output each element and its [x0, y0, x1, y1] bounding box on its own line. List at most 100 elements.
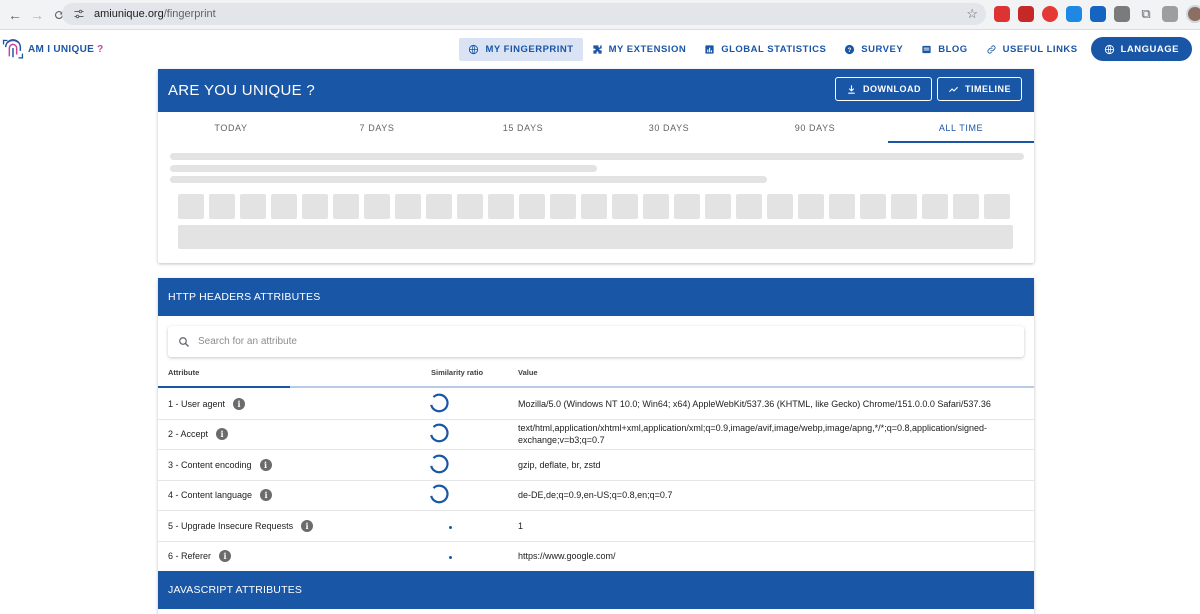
attribute-search[interactable]: [168, 326, 1024, 357]
attribute-value: gzip, deflate, br, zstd: [518, 459, 601, 470]
info-icon[interactable]: i: [260, 489, 273, 502]
javascript-attributes-title: JAVASCRIPT ATTRIBUTES: [168, 584, 303, 596]
attribute-cell: 1 - User agent i: [168, 397, 246, 410]
language-button[interactable]: LANGUAGE: [1090, 37, 1192, 61]
attribute-label: 2 - Accept: [168, 429, 209, 440]
search-input[interactable]: [198, 336, 898, 347]
site-info-icon[interactable]: [72, 7, 86, 21]
url-path: /fingerprint: [163, 8, 216, 20]
info-icon[interactable]: i: [219, 550, 232, 563]
loading-skeleton-line: [170, 153, 1024, 160]
col-similarity[interactable]: Similarity ratio: [431, 368, 483, 377]
nav-my-fingerprint[interactable]: MY FINGERPRINT: [459, 37, 583, 61]
nav-blog[interactable]: BLOG: [912, 38, 976, 61]
loading-skeleton-cell: [705, 194, 731, 219]
table-row: 2 - Accept i text/html,application/xhtml+x…: [158, 420, 1034, 450]
table-row: 3 - Content encoding i gzip, deflate, br, …: [158, 450, 1034, 481]
table-row: 6 - Referer i https://www.google.com/: [158, 542, 1034, 572]
extensions-row: ⧉ ⋮: [994, 5, 1200, 23]
loading-skeleton-cell: [302, 194, 328, 219]
side-panel-icon[interactable]: [1162, 6, 1178, 22]
tab-all-time[interactable]: ALL TIME: [888, 112, 1034, 143]
download-icon: [848, 84, 855, 94]
globe-icon: [1104, 44, 1114, 54]
download-button[interactable]: DOWNLOAD: [835, 77, 932, 101]
loading-skeleton-cell: [953, 194, 979, 219]
nav-label: MY EXTENSION: [608, 43, 687, 55]
loading-dot-icon: [449, 525, 452, 529]
extension-icon[interactable]: [1018, 6, 1034, 22]
address-bar[interactable]: amiunique.org/fingerprint ☆: [62, 3, 986, 25]
svg-text:?: ?: [848, 47, 852, 53]
logo-text-accent: ?: [97, 43, 104, 55]
nav-global-statistics[interactable]: GLOBAL STATISTICS: [695, 38, 835, 61]
trending-icon: [948, 86, 959, 92]
uniqueness-card-header: ARE YOU UNIQUE ? DOWNLOAD TIMELINE: [158, 69, 1034, 112]
loading-skeleton-cell: [395, 194, 421, 219]
browser-toolbar: ← → amiunique.org/fingerprint ☆ ⧉ ⋮: [0, 0, 1200, 30]
extension-icon[interactable]: [1066, 6, 1082, 22]
site-logo[interactable]: AM I UNIQUE ?: [2, 37, 104, 61]
search-icon: [179, 336, 189, 347]
attribute-value: de-DE,de;q=0.9,en-US;q=0.8,en;q=0.7: [518, 490, 673, 501]
chart-icon: [705, 44, 714, 54]
loading-skeleton-cell: [550, 194, 576, 219]
loading-skeleton-cell: [488, 194, 514, 219]
loading-skeleton-cell: [240, 194, 266, 219]
col-value[interactable]: Value: [518, 368, 538, 377]
attribute-label: 4 - Content language: [168, 490, 253, 501]
url-host: amiunique.org: [94, 8, 164, 20]
avatar[interactable]: [1186, 5, 1200, 23]
attribute-value: https://www.google.com/: [518, 551, 616, 562]
tab-30-days[interactable]: 30 DAYS: [596, 112, 742, 143]
loading-skeleton-cell: [457, 194, 483, 219]
attribute-cell: 3 - Content encoding i: [168, 458, 272, 471]
loading-spinner-icon: [428, 422, 452, 446]
back-icon[interactable]: ←: [4, 4, 26, 26]
loading-skeleton-cell: [736, 194, 762, 219]
top-navigation: MY FINGERPRINT MY EXTENSION GLOBAL STATI…: [459, 37, 1192, 61]
extension-icon[interactable]: [994, 6, 1010, 22]
tab-15-days[interactable]: 15 DAYS: [450, 112, 596, 143]
attribute-cell: 5 - Upgrade Insecure Requests i: [168, 519, 314, 532]
forward-icon[interactable]: →: [26, 4, 48, 26]
info-icon[interactable]: i: [216, 428, 229, 441]
loading-skeleton-cell: [829, 194, 855, 219]
loading-skeleton-grid: [178, 194, 1010, 219]
timeline-button[interactable]: TIMELINE: [937, 77, 1022, 101]
attribute-cell: 2 - Accept i: [168, 428, 229, 441]
loading-skeleton-cell: [922, 194, 948, 219]
loading-skeleton-cell: [364, 194, 390, 219]
tab-90-days[interactable]: 90 DAYS: [742, 112, 888, 143]
col-attribute[interactable]: Attribute: [168, 368, 199, 377]
info-icon[interactable]: i: [233, 397, 246, 410]
bookmark-star-icon[interactable]: ☆: [966, 6, 978, 22]
download-label: DOWNLOAD: [863, 84, 921, 94]
table-header: Attribute Similarity ratio Value: [158, 364, 1034, 386]
loading-skeleton-cell: [519, 194, 545, 219]
nav-label: USEFUL LINKS: [1002, 43, 1078, 55]
attribute-label: 3 - Content encoding: [168, 459, 252, 470]
tab-7-days[interactable]: 7 DAYS: [304, 112, 450, 143]
logo-text-main: AM I UNIQUE: [28, 43, 98, 55]
extension-icon[interactable]: [1114, 6, 1130, 22]
attribute-label: 1 - User agent: [168, 398, 226, 409]
extension-icon[interactable]: [1042, 6, 1058, 22]
extension-icon[interactable]: [1090, 6, 1106, 22]
puzzle-extensions-icon[interactable]: ⧉: [1138, 6, 1154, 22]
tab-today[interactable]: TODAY: [158, 112, 304, 143]
http-headers-header: HTTP HEADERS ATTRIBUTES: [158, 278, 1034, 316]
nav-label: MY FINGERPRINT: [485, 43, 574, 55]
nav-useful-links[interactable]: USEFUL LINKS: [977, 38, 1087, 61]
attribute-value: Mozilla/5.0 (Windows NT 10.0; Win64; x64…: [518, 398, 991, 409]
info-icon[interactable]: i: [259, 458, 272, 471]
info-icon[interactable]: i: [301, 519, 314, 532]
loading-progress-bar: [158, 386, 1034, 388]
loading-skeleton-bar: [178, 225, 1013, 249]
nav-survey[interactable]: ? SURVEY: [835, 38, 912, 61]
nav-my-extension[interactable]: MY EXTENSION: [583, 38, 696, 61]
loading-spinner-icon: [428, 483, 452, 507]
loading-spinner-icon: [428, 453, 452, 477]
nav-label: GLOBAL STATISTICS: [721, 43, 827, 55]
language-label: LANGUAGE: [1120, 43, 1179, 55]
